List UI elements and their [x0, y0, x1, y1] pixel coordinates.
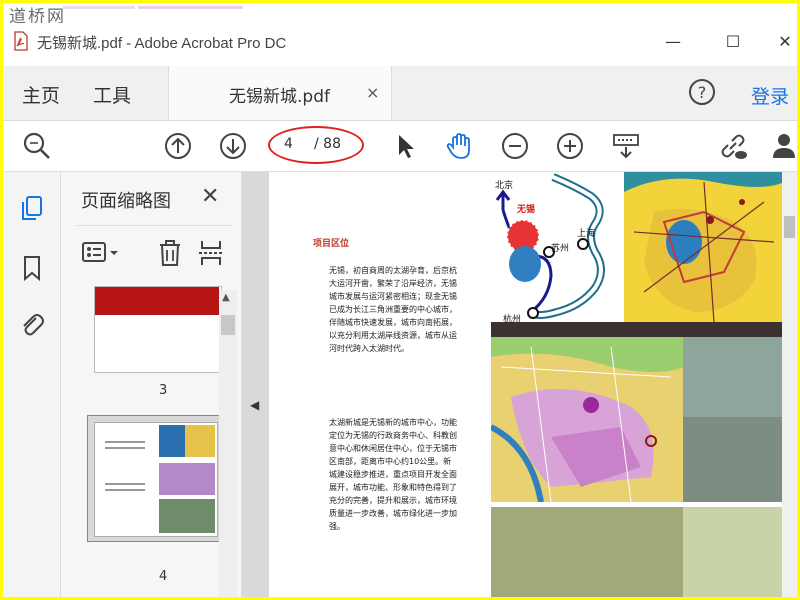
zoom-out-icon[interactable] — [499, 130, 531, 162]
thumbnail-toolbar — [76, 225, 231, 282]
site-plan-image — [683, 507, 784, 597]
thumbnail-header — [95, 287, 219, 315]
map-label-wuxi: 无锡 — [516, 203, 535, 215]
city-plan-map — [491, 337, 683, 502]
pdf-file-icon — [14, 31, 28, 51]
tab-document[interactable]: 无锡新城.pdf × — [168, 66, 392, 120]
extract-page-icon[interactable] — [198, 238, 224, 268]
tab-bar: 主页 工具 无锡新城.pdf × ? 登录 — [3, 66, 797, 121]
acrobat-window: 道桥网 无锡新城.pdf - Adobe Acrobat Pro DC — ☐ … — [3, 3, 797, 597]
collapse-panel-icon[interactable]: ◀ — [250, 398, 259, 412]
bookmark-icon[interactable] — [18, 254, 46, 282]
scrollbar-thumb[interactable] — [784, 216, 795, 238]
thumbnail-panel: 页面缩略图 ✕ 3 4 ▲ — [61, 172, 242, 597]
page-thumbnail-3[interactable] — [94, 286, 222, 373]
thumbnail-map — [185, 425, 215, 457]
image-divider — [491, 322, 784, 337]
highlight-circle — [268, 126, 364, 164]
thumbnail-label: 3 — [159, 383, 168, 398]
login-link[interactable]: 登录 — [751, 82, 789, 109]
tab-home[interactable]: 主页 — [22, 81, 60, 108]
maximize-button[interactable]: ☐ — [721, 29, 745, 53]
watermark-bar — [138, 6, 243, 9]
left-sidebar — [3, 172, 61, 597]
thumbnail-photo — [159, 499, 215, 533]
location-diagram: 北京 无锡 苏州 上海 杭州 — [491, 172, 624, 335]
zoom-search-icon[interactable] — [21, 130, 53, 162]
window-title: 无锡新城.pdf - Adobe Acrobat Pro DC — [37, 35, 287, 52]
section-title: 项目区位 — [313, 239, 350, 249]
main-toolbar: 4 / 88 — [3, 121, 797, 172]
pdf-page: 项目区位 无锡，初自商周的太湖孕育，后京杭大运河开凿，繁荣了沿岸经济，无锡城市发… — [269, 172, 784, 597]
help-icon[interactable]: ? — [688, 78, 716, 106]
hand-tool-icon[interactable] — [444, 130, 476, 162]
close-tab-button[interactable]: × — [366, 83, 379, 102]
panel-title: 页面缩略图 — [81, 191, 171, 212]
close-window-button[interactable]: ✕ — [773, 29, 797, 53]
title-bar: 无锡新城.pdf - Adobe Acrobat Pro DC — ☐ ✕ — [3, 23, 797, 59]
zoom-in-icon[interactable] — [554, 130, 586, 162]
thumbnail-text — [105, 447, 145, 449]
document-viewer: ◀ 项目区位 无锡，初自商周的太湖孕育，后京杭大运河开凿，繁荣了沿岸经济，无锡城… — [242, 172, 797, 597]
close-panel-button[interactable]: ✕ — [201, 184, 219, 209]
paragraph: 太湖新城是无锡新的城市中心，功能定位为无锡的行政商务中心、科教创意中心和休闲居住… — [329, 418, 457, 531]
thumbnail-scrollbar[interactable]: ▲ — [219, 290, 237, 597]
aerial-photo — [683, 417, 784, 502]
aerial-photo — [683, 337, 784, 417]
delete-page-icon[interactable] — [156, 238, 184, 268]
previous-page-icon[interactable] — [162, 130, 194, 162]
thumbnail-map — [159, 463, 215, 495]
share-link-icon[interactable] — [717, 130, 749, 162]
map-label-shanghai: 上海 — [577, 227, 595, 239]
aerial-photo — [491, 507, 683, 597]
keyboard-scroll-icon[interactable] — [610, 130, 642, 162]
watermark-bar — [63, 6, 135, 9]
tab-tools[interactable]: 工具 — [93, 81, 131, 108]
paragraph: 无锡，初自商周的太湖孕育，后京杭大运河开凿，繁荣了沿岸经济，无锡城市发展与运河紧… — [329, 266, 457, 353]
svg-text:?: ? — [698, 83, 707, 102]
document-tab-label: 无锡新城.pdf — [229, 87, 330, 107]
scroll-up-arrow[interactable]: ▲ — [222, 292, 230, 303]
thumbnail-text — [105, 489, 145, 491]
select-cursor-icon[interactable] — [390, 130, 422, 162]
thumbnail-label: 4 — [159, 569, 168, 584]
thumbnail-text — [105, 483, 145, 485]
map-label-beijing: 北京 — [495, 179, 513, 191]
document-scrollbar[interactable] — [782, 172, 797, 597]
thumbnail-text — [105, 441, 145, 443]
page-thumbnail-4[interactable] — [87, 415, 225, 542]
attachment-icon[interactable] — [18, 310, 46, 338]
regional-map-image — [624, 172, 784, 322]
add-user-icon[interactable] — [770, 130, 797, 162]
page-thumbnails-icon[interactable] — [18, 194, 46, 222]
watermark-strip: 道桥网 — [3, 3, 797, 27]
options-menu-icon[interactable] — [81, 239, 121, 267]
next-page-icon[interactable] — [217, 130, 249, 162]
thumbnail-page — [94, 422, 218, 537]
map-label-suzhou: 苏州 — [551, 242, 569, 254]
scrollbar-thumb[interactable] — [221, 315, 235, 335]
minimize-button[interactable]: — — [661, 29, 685, 53]
